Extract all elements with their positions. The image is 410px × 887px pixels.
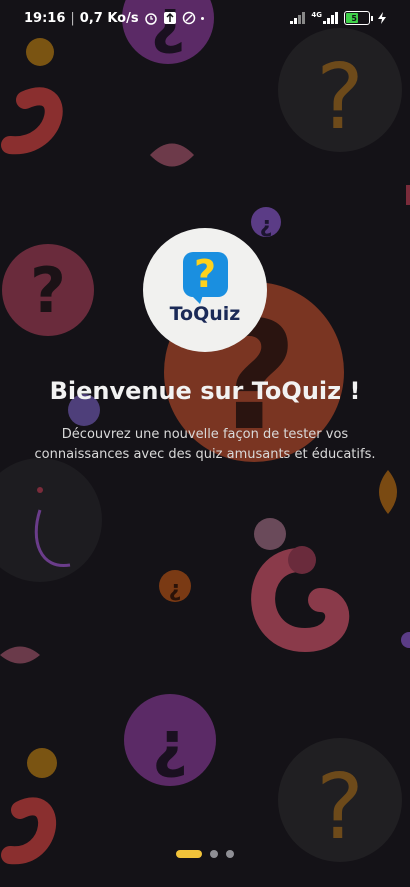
svg-text:¿: ¿ bbox=[260, 213, 273, 238]
welcome-title: Bienvenue sur ToQuiz ! bbox=[49, 377, 361, 405]
app-logo: ? ToQuiz bbox=[143, 228, 267, 352]
page-indicator bbox=[0, 850, 410, 858]
status-bar: 19:16 | 0,7 Ko/s 4G 51 bbox=[0, 0, 410, 36]
svg-text:?: ? bbox=[316, 45, 364, 150]
vpn-icon bbox=[182, 11, 195, 25]
logo-name: ToQuiz bbox=[169, 302, 241, 325]
battery-level: 51 bbox=[351, 13, 363, 23]
network-type-label: 4G bbox=[311, 11, 322, 19]
signal-4g-icon bbox=[323, 12, 338, 24]
charging-icon bbox=[378, 12, 386, 24]
clock: 19:16 bbox=[24, 10, 66, 26]
page-dot-3[interactable] bbox=[226, 850, 234, 858]
question-bubble-icon: ? bbox=[182, 251, 228, 304]
svg-text:¿: ¿ bbox=[169, 577, 182, 602]
logo-symbol: ? bbox=[193, 252, 217, 296]
signal-icon bbox=[290, 12, 306, 24]
page-dot-1[interactable] bbox=[176, 850, 202, 858]
battery-icon: 51 bbox=[344, 11, 373, 25]
page-dot-2[interactable] bbox=[210, 850, 218, 858]
alarm-icon bbox=[144, 13, 157, 25]
svg-text:?: ? bbox=[316, 755, 364, 860]
usb-debug-icon bbox=[163, 12, 176, 24]
svg-text:?: ? bbox=[30, 254, 66, 327]
welcome-subtitle: Découvrez une nouvelle façon de tester v… bbox=[34, 427, 376, 462]
svg-text:¿: ¿ bbox=[152, 707, 188, 780]
network-speed: 0,7 Ko/s bbox=[79, 10, 139, 26]
notification-dot-icon bbox=[200, 16, 204, 20]
